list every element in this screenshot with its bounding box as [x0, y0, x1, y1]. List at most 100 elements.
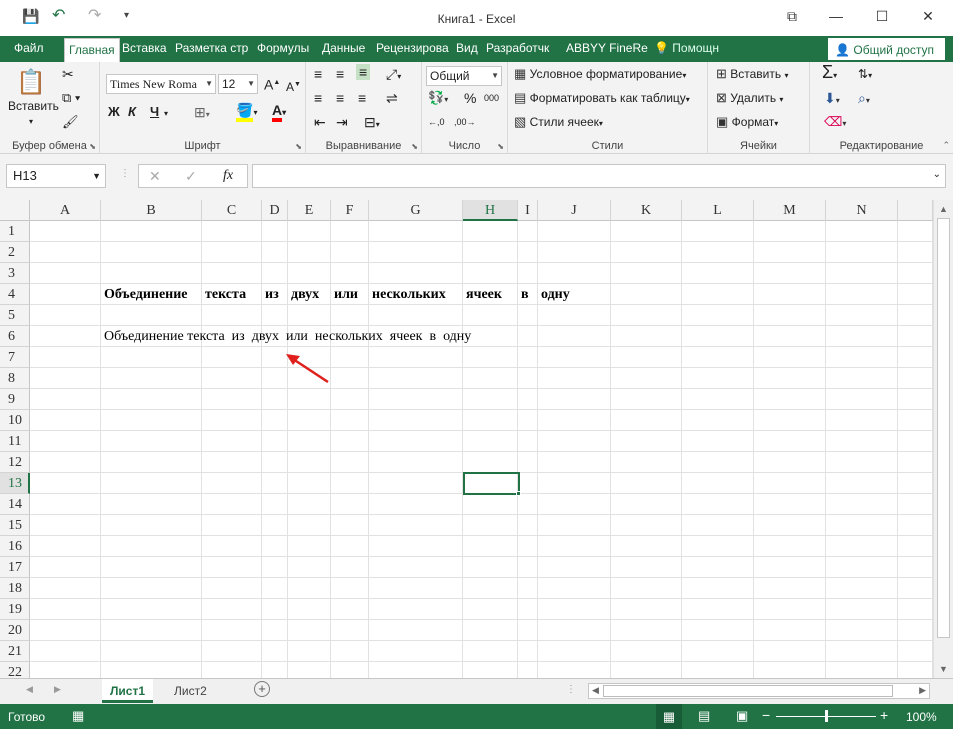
- column-header-d[interactable]: D: [262, 200, 288, 221]
- row-header-16[interactable]: 16: [0, 536, 30, 557]
- row-header-15[interactable]: 15: [0, 515, 30, 536]
- cell-styles-button[interactable]: ▧ Стили ячеек▾: [514, 114, 603, 132]
- decrease-decimal-icon[interactable]: ,00→: [454, 114, 476, 130]
- column-header-o[interactable]: [898, 200, 933, 221]
- cell-b4[interactable]: Объединение: [104, 285, 188, 305]
- tell-me-box[interactable]: 💡 Помощн: [650, 36, 723, 62]
- increase-decimal-icon[interactable]: ←,0: [428, 114, 445, 130]
- sort-filter-icon[interactable]: ⇅▾: [858, 66, 872, 84]
- row-header-5[interactable]: 5: [0, 305, 30, 326]
- number-format-select[interactable]: Общий ▼: [426, 66, 502, 86]
- column-header-c[interactable]: C: [202, 200, 262, 221]
- tab-abbyy[interactable]: ABBYY FineRe: [562, 36, 652, 62]
- copy-icon[interactable]: ⧉ ▾: [62, 90, 80, 106]
- zoom-level[interactable]: 100%: [906, 710, 937, 724]
- dialog-launcher-icon[interactable]: ⬊: [411, 142, 418, 151]
- scroll-sheets-right-icon[interactable]: ▶: [54, 684, 61, 695]
- font-size-select[interactable]: 12 ▼: [218, 74, 258, 94]
- percent-button[interactable]: %: [464, 90, 476, 106]
- font-color-icon[interactable]: A▾: [272, 102, 286, 122]
- name-box[interactable]: H13 ▼: [6, 164, 106, 188]
- cell-e4[interactable]: двух: [291, 285, 319, 305]
- delete-cells-button[interactable]: ⊠ Удалить ▾: [716, 90, 783, 108]
- column-header-f[interactable]: F: [331, 200, 369, 221]
- row-header-4[interactable]: 4: [0, 284, 30, 305]
- row-header-18[interactable]: 18: [0, 578, 30, 599]
- sheet-tab-2[interactable]: Лист2: [166, 679, 215, 703]
- clear-icon[interactable]: ⌫▾: [824, 114, 846, 132]
- tab-data[interactable]: Данные: [318, 36, 369, 62]
- decrease-indent-icon[interactable]: ⇤: [314, 114, 326, 130]
- font-name-select[interactable]: Times New Roma ▼: [106, 74, 216, 94]
- fill-handle[interactable]: [516, 491, 521, 496]
- horizontal-scrollbar[interactable]: ◀ ▶: [588, 683, 930, 699]
- align-bottom-icon[interactable]: ≡: [356, 64, 371, 80]
- add-sheet-icon[interactable]: +: [254, 681, 270, 697]
- scroll-right-icon[interactable]: ▶: [919, 685, 926, 696]
- normal-view-icon[interactable]: ▦: [656, 704, 682, 729]
- autosum-icon[interactable]: Σ▾: [822, 63, 837, 84]
- currency-icon[interactable]: 💱▾: [428, 90, 448, 108]
- collapse-ribbon-icon[interactable]: ⌃: [942, 140, 950, 151]
- align-middle-icon[interactable]: ≡: [336, 66, 344, 82]
- row-header-10[interactable]: 10: [0, 410, 30, 431]
- select-all-corner[interactable]: [0, 200, 30, 221]
- tab-page-layout[interactable]: Разметка стр: [171, 36, 252, 62]
- vertical-scrollbar[interactable]: ▲ ▼: [933, 200, 953, 678]
- align-center-icon[interactable]: ≡: [336, 90, 344, 106]
- align-top-icon[interactable]: ≡: [314, 66, 322, 82]
- enter-icon[interactable]: ✓: [185, 168, 197, 185]
- row-header-21[interactable]: 21: [0, 641, 30, 662]
- page-layout-view-icon[interactable]: ▤: [698, 708, 710, 724]
- dialog-launcher-icon[interactable]: ⬊: [89, 142, 96, 151]
- scroll-up-icon[interactable]: ▲: [939, 204, 948, 214]
- cell-h4[interactable]: ячеек: [466, 285, 502, 305]
- column-header-b[interactable]: B: [101, 200, 202, 221]
- align-right-icon[interactable]: ≡: [358, 90, 366, 106]
- find-select-icon[interactable]: ⌕▾: [858, 90, 870, 109]
- format-as-table-button[interactable]: ▤ Форматировать как таблицу▾: [514, 90, 690, 108]
- tab-formulas[interactable]: Формулы: [253, 36, 313, 62]
- fill-color-icon[interactable]: 🪣▾: [236, 102, 257, 122]
- tab-insert[interactable]: Вставка: [118, 36, 171, 62]
- row-header-9[interactable]: 9: [0, 389, 30, 410]
- minimize-button[interactable]: —: [826, 6, 846, 26]
- tab-home[interactable]: Главная: [64, 38, 120, 62]
- column-header-h[interactable]: H: [463, 200, 518, 221]
- cancel-icon[interactable]: ✕: [149, 168, 161, 185]
- row-header-14[interactable]: 14: [0, 494, 30, 515]
- ribbon-display-options-icon[interactable]: ⧉: [782, 6, 802, 26]
- dialog-launcher-icon[interactable]: ⬊: [497, 142, 504, 151]
- column-header-k[interactable]: K: [611, 200, 682, 221]
- row-header-13[interactable]: 13: [0, 473, 30, 494]
- column-header-j[interactable]: J: [538, 200, 611, 221]
- row-header-17[interactable]: 17: [0, 557, 30, 578]
- expand-formula-icon[interactable]: ⌄: [933, 169, 941, 180]
- scroll-thumb[interactable]: [937, 218, 950, 638]
- column-header-a[interactable]: A: [30, 200, 101, 221]
- fill-icon[interactable]: ⬇▾: [824, 90, 840, 109]
- thousands-button[interactable]: 000: [484, 90, 499, 106]
- tab-review[interactable]: Рецензирова: [372, 36, 453, 62]
- macro-record-icon[interactable]: ▦: [72, 708, 84, 724]
- decrease-font-icon[interactable]: A▼: [286, 77, 301, 95]
- cell-g4[interactable]: нескольких: [372, 285, 446, 305]
- borders-icon[interactable]: ⊞▾: [194, 104, 210, 123]
- column-header-i[interactable]: I: [518, 200, 538, 221]
- row-header-11[interactable]: 11: [0, 431, 30, 452]
- insert-function-icon[interactable]: fx: [223, 168, 233, 184]
- bold-button[interactable]: Ж: [108, 104, 120, 120]
- scroll-left-icon[interactable]: ◀: [592, 685, 599, 696]
- cell-f4[interactable]: или: [334, 285, 358, 305]
- cell-b6[interactable]: Объединение текста из двух или нескольки…: [104, 327, 471, 347]
- chevron-down-icon[interactable]: ▾: [164, 106, 168, 122]
- worksheet-grid[interactable]: ABCDEFGHIJKLMN 1 2 3 4 5 6 7 8 9 10 11 12 13 14 15 16 17…: [0, 200, 953, 683]
- increase-indent-icon[interactable]: ⇥: [336, 114, 348, 130]
- row-header-2[interactable]: 2: [0, 242, 30, 263]
- row-header-7[interactable]: 7: [0, 347, 30, 368]
- tab-file[interactable]: Файл: [10, 36, 48, 62]
- selected-cell-h13[interactable]: [463, 472, 520, 495]
- underline-button[interactable]: Ч: [150, 104, 159, 120]
- row-header-6[interactable]: 6: [0, 326, 30, 347]
- cell-d4[interactable]: из: [265, 285, 279, 305]
